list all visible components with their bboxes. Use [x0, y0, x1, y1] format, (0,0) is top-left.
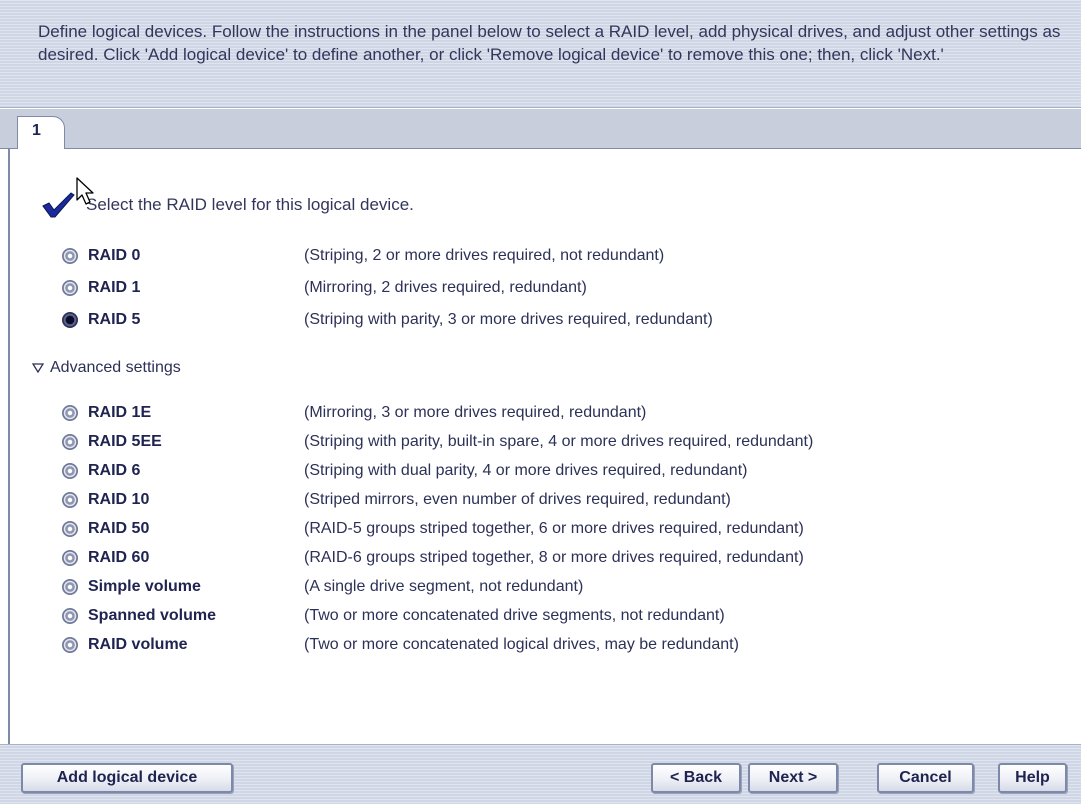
radio-button[interactable] — [62, 492, 78, 508]
prompt-text: Select the RAID level for this logical d… — [86, 195, 414, 214]
raid-option-label: RAID volume — [88, 636, 188, 653]
raid-option-simple-volume[interactable]: Simple volume (A single drive segment, n… — [62, 575, 583, 599]
triangle-down-icon — [32, 363, 44, 373]
checkmark-icon — [42, 192, 75, 218]
raid-option-raid-volume[interactable]: RAID volume (Two or more concatenated lo… — [62, 633, 739, 657]
radio-button[interactable] — [62, 608, 78, 624]
radio-button-selected[interactable] — [62, 312, 78, 328]
raid-option-label: RAID 50 — [88, 520, 150, 537]
cancel-button[interactable]: Cancel — [877, 763, 974, 793]
advanced-settings-toggle[interactable]: Advanced settings — [32, 357, 181, 379]
raid-option-raid-6[interactable]: RAID 6 (Striping with dual parity, 4 or … — [62, 459, 747, 483]
raid-option-description: (Striping with parity, 3 or more drives … — [304, 311, 713, 328]
raid-option-label: RAID 0 — [88, 247, 141, 264]
back-button[interactable]: < Back — [651, 763, 741, 793]
raid-option-label: RAID 1 — [88, 279, 141, 296]
raid-option-description: (Mirroring, 2 drives required, redundant… — [304, 279, 587, 296]
raid-option-description: (RAID-6 groups striped together, 8 or mo… — [304, 549, 804, 566]
instructions-text: Define logical devices. Follow the instr… — [0, 0, 1081, 108]
raid-option-description: (Two or more concatenated logical drives… — [304, 636, 739, 653]
radio-button[interactable] — [62, 637, 78, 653]
raid-option-label: RAID 6 — [88, 462, 141, 479]
radio-button[interactable] — [62, 521, 78, 537]
raid-option-description: (Striping with parity, built-in spare, 4… — [304, 433, 814, 450]
raid-option-description: (Two or more concatenated drive segments… — [304, 607, 725, 624]
raid-option-spanned-volume[interactable]: Spanned volume (Two or more concatenated… — [62, 604, 725, 628]
raid-option-raid-1e[interactable]: RAID 1E (Mirroring, 3 or more drives req… — [62, 401, 646, 425]
radio-button[interactable] — [62, 434, 78, 450]
raid-option-description: (Striped mirrors, even number of drives … — [304, 491, 731, 508]
raid-option-label: RAID 60 — [88, 549, 150, 566]
logical-device-panel: Select the RAID level for this logical d… — [8, 149, 1081, 744]
next-button[interactable]: Next > — [748, 763, 838, 793]
raid-option-raid-1[interactable]: RAID 1 (Mirroring, 2 drives required, re… — [62, 276, 587, 300]
raid-option-raid-5[interactable]: RAID 5 (Striping with parity, 3 or more … — [62, 308, 713, 332]
radio-button[interactable] — [62, 550, 78, 566]
radio-button[interactable] — [62, 405, 78, 421]
add-logical-device-button[interactable]: Add logical device — [21, 763, 233, 793]
radio-button[interactable] — [62, 280, 78, 296]
wizard-button-bar: Add logical device < Back Next > Cancel … — [0, 744, 1081, 804]
raid-option-raid-50[interactable]: RAID 50 (RAID-5 groups striped together,… — [62, 517, 804, 541]
raid-option-label: Simple volume — [88, 578, 201, 595]
help-button[interactable]: Help — [998, 763, 1067, 793]
raid-option-label: RAID 10 — [88, 491, 150, 508]
radio-button[interactable] — [62, 463, 78, 479]
raid-option-raid-0[interactable]: RAID 0 (Striping, 2 or more drives requi… — [62, 244, 664, 268]
mouse-pointer-icon — [76, 177, 94, 205]
raid-option-description: (A single drive segment, not redundant) — [304, 578, 584, 595]
advanced-settings-label: Advanced settings — [50, 359, 181, 376]
tab-strip: 1 — [0, 109, 1081, 150]
raid-option-label: RAID 1E — [88, 404, 152, 421]
raid-option-description: (RAID-5 groups striped together, 6 or mo… — [304, 520, 804, 537]
raid-option-description: (Mirroring, 3 or more drives required, r… — [304, 404, 647, 421]
raid-option-description: (Striping with dual parity, 4 or more dr… — [304, 462, 748, 479]
radio-button[interactable] — [62, 579, 78, 595]
raid-option-raid-60[interactable]: RAID 60 (RAID-6 groups striped together,… — [62, 546, 804, 570]
tab-logical-device-1[interactable]: 1 — [17, 116, 65, 150]
radio-button[interactable] — [62, 248, 78, 264]
raid-option-description: (Striping, 2 or more drives required, no… — [304, 247, 665, 264]
raid-option-raid-5ee[interactable]: RAID 5EE (Striping with parity, built-in… — [62, 430, 813, 454]
raid-option-raid-10[interactable]: RAID 10 (Striped mirrors, even number of… — [62, 488, 731, 512]
wizard-window: Define logical devices. Follow the instr… — [0, 0, 1081, 804]
raid-option-label: Spanned volume — [88, 607, 217, 624]
raid-option-label: RAID 5 — [88, 311, 141, 328]
raid-option-label: RAID 5EE — [88, 433, 162, 450]
